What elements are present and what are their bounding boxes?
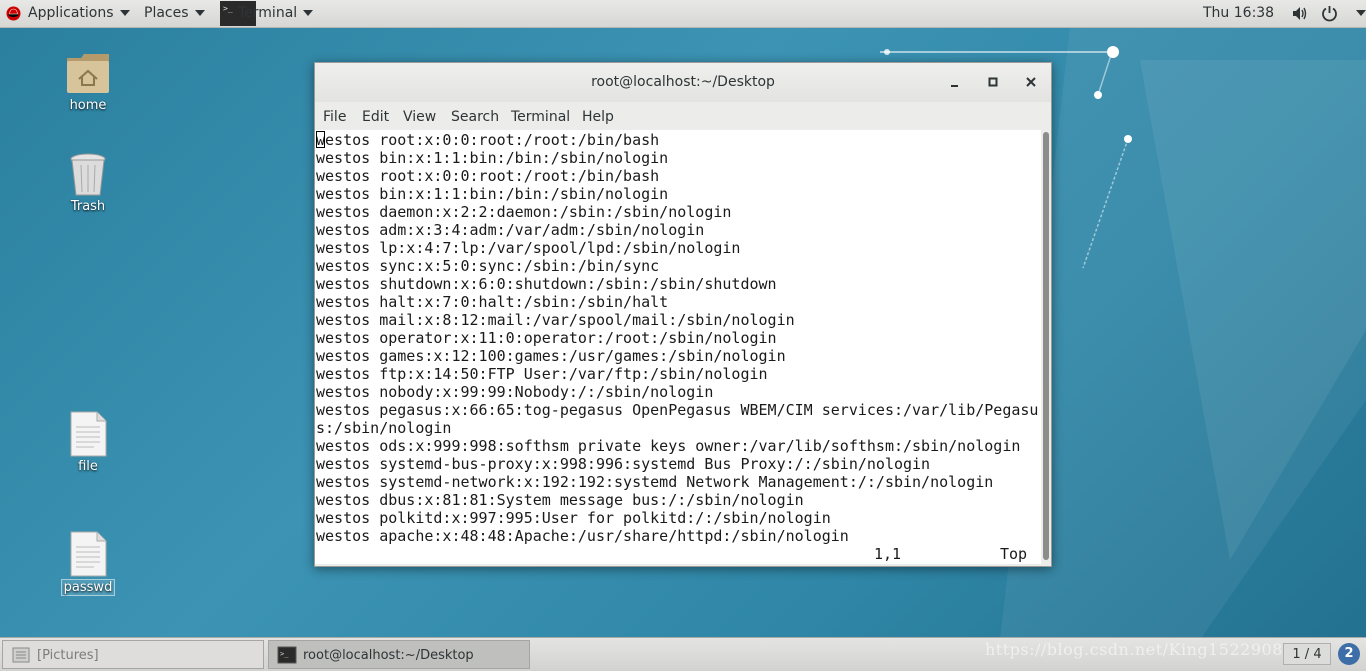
chevron-down-icon[interactable] [1356,10,1366,24]
trash-icon [70,153,106,196]
terminal-line: westos daemon:x:2:2:daemon:/sbin:/sbin/n… [316,203,732,221]
terminal-line: westos dbus:x:81:81:System message bus:/… [316,491,804,509]
task-label: [Pictures] [37,648,99,663]
desktop-icon-label: home [69,98,107,113]
svg-text:>_: >_ [223,4,233,13]
chevron-down-icon [194,10,205,16]
desktop-icon-home[interactable]: home [48,52,128,113]
terminal-window: root@localhost:~/Desktop File Edit View … [314,62,1052,567]
terminal-line: westos shutdown:x:6:0:shutdown:/sbin:/sb… [316,275,777,293]
task-terminal[interactable]: >_ root@localhost:~/Desktop [268,640,530,669]
chevron-down-icon [119,10,130,16]
desktop-icon-label: passwd [60,579,116,596]
chevron-down-icon [303,10,314,16]
terminal-line: westos nobody:x:99:99:Nobody:/:/sbin/nol… [316,383,714,401]
file-manager-icon [12,647,30,663]
menu-view[interactable]: View [403,102,436,132]
desktop-icon-trash[interactable]: Trash [48,151,128,214]
terminal-line: westos systemd-network:x:192:192:systemd… [316,473,994,491]
notification-count-badge[interactable]: 2 [1338,643,1360,665]
minimize-icon [951,85,958,87]
task-label: root@localhost:~/Desktop [303,648,474,663]
minimize-button[interactable] [945,72,965,92]
menu-help[interactable]: Help [582,102,614,132]
desktop-icon-label: file [78,459,98,474]
desktop-icon-file[interactable]: file [48,411,128,474]
redhat-logo-icon [6,6,21,21]
terminal-line: westos bin:x:1:1:bin:/bin:/sbin/nologin [316,149,669,167]
scrollbar-thumb[interactable] [1043,132,1049,560]
desktop-icon-label: Trash [70,199,106,214]
menu-edit[interactable]: Edit [362,102,389,132]
terminal-line: westos pegasus:x:66:65:tog-pegasus OpenP… [316,401,1039,419]
terminal-line: westos games:x:12:100:games:/usr/games:/… [316,347,786,365]
watermark: https://blog.csdn.net/King15229085063 [985,640,1326,659]
terminal-line: westos lp:x:4:7:lp:/var/spool/lpd:/sbin/… [316,239,741,257]
window-titlebar[interactable]: root@localhost:~/Desktop [315,63,1051,102]
terminal-line: westos operator:x:11:0:operator:/root:/s… [316,329,777,347]
scrollbar[interactable] [1041,130,1051,564]
top-panel: Applications Places >_ Terminal Thu 16:3… [0,0,1366,28]
terminal-line: westos root:x:0:0:root:/root:/bin/bash [316,131,660,149]
maximize-icon [988,77,998,87]
menu-terminal[interactable]: Terminal [511,102,570,132]
terminal-line: westos apache:x:48:48:Apache:/usr/share/… [316,527,849,545]
menubar: File Edit View Search Terminal Help [315,102,1051,129]
terminal-line: westos bin:x:1:1:bin:/bin:/sbin/nologin [316,185,669,203]
close-button[interactable] [1021,72,1041,92]
places-menu[interactable]: Places [144,0,205,27]
terminal-line: westos mail:x:8:12:mail:/var/spool/mail:… [316,311,795,329]
places-label: Places [144,5,189,21]
scroll-position: Top [1000,545,1028,563]
terminal-line: westos ods:x:999:998:softhsm private key… [316,437,1021,455]
cursor-position: 1,1 [874,545,902,563]
terminal-line: s:/sbin/nologin [316,419,452,437]
terminal-app-menu[interactable]: >_ Terminal [220,0,314,27]
task-pictures[interactable]: [Pictures] [2,640,264,669]
svg-text:>_: >_ [280,650,289,658]
terminal-line: westos adm:x:3:4:adm:/var/adm:/sbin/nolo… [316,221,705,239]
applications-menu[interactable]: Applications [0,0,130,27]
terminal-line: westos ftp:x:14:50:FTP User:/var/ftp:/sb… [316,365,768,383]
terminal-icon: >_ [277,646,297,664]
terminal-line: westos polkitd:x:997:995:User for polkit… [316,509,831,527]
text-file-icon [70,531,107,577]
terminal-label: Terminal [238,5,298,21]
desktop-icon-passwd[interactable]: passwd [48,531,128,596]
clock[interactable]: Thu 16:38 [1203,0,1274,27]
volume-icon[interactable] [1292,6,1308,21]
terminal-line: westos sync:x:5:0:sync:/sbin:/bin/sync [316,257,660,275]
terminal-line: westos halt:x:7:0:halt:/sbin:/sbin/halt [316,293,669,311]
home-folder-icon [67,54,109,93]
power-icon[interactable] [1321,5,1338,22]
applications-label: Applications [28,5,114,21]
terminal-output[interactable]: westos apache:x:48:48:Apache:/usr/share/… [315,130,1041,564]
terminal-line: westos systemd-bus-proxy:x:998:996:syste… [316,455,931,473]
maximize-button[interactable] [983,72,1003,92]
terminal-line: westos root:x:0:0:root:/root:/bin/bash [316,167,660,185]
close-icon [1026,77,1036,87]
text-file-icon [70,411,107,457]
text-cursor [316,131,325,148]
window-title: root@localhost:~/Desktop [591,74,775,90]
menu-search[interactable]: Search [451,102,499,132]
workspace-indicator[interactable]: 1 / 4 [1283,643,1331,665]
menu-file[interactable]: File [323,102,346,132]
